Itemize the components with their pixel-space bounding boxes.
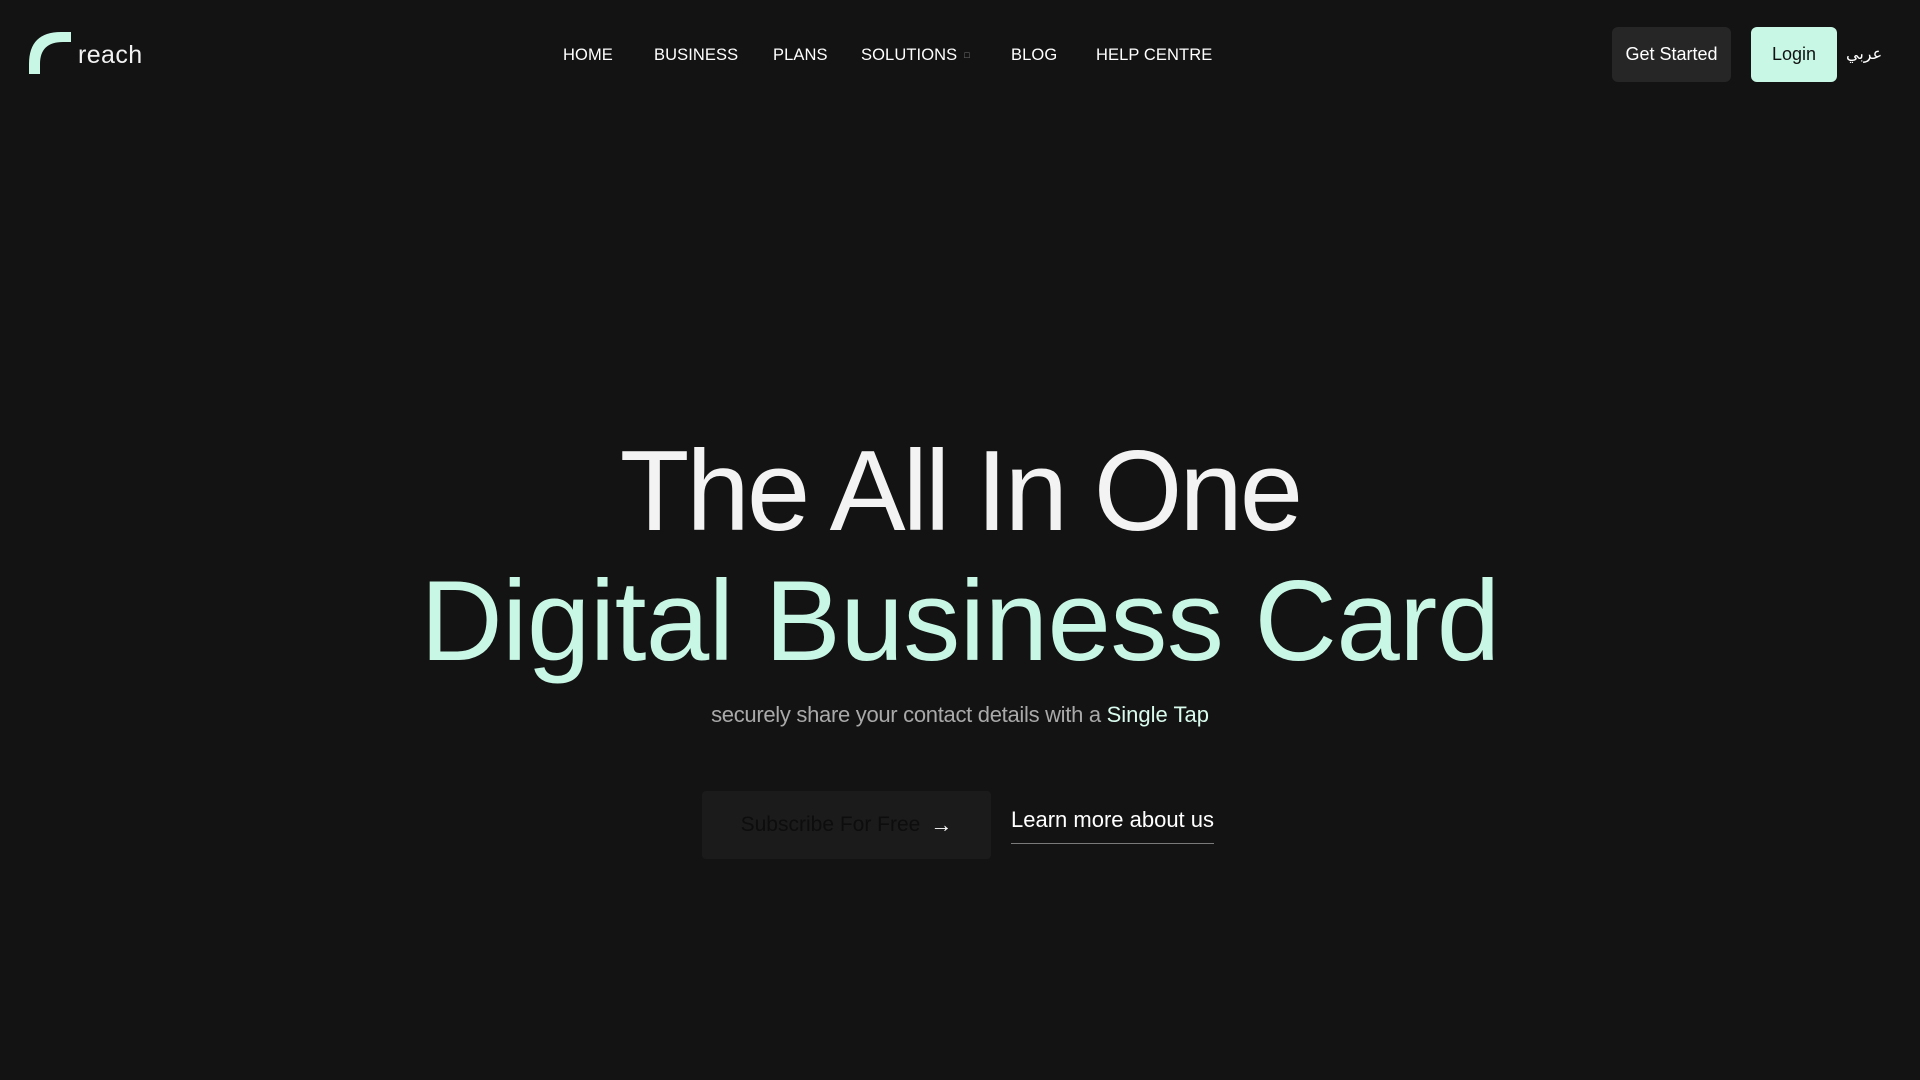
- nav-item-solutions-label: SOLUTIONS: [861, 46, 958, 64]
- arrow-right-icon: →: [930, 812, 953, 837]
- nav-item-home[interactable]: HOME: [563, 43, 613, 67]
- nav-item-blog[interactable]: BLOG: [1011, 43, 1057, 67]
- page: reach HOME BUSINESS PLANS SOLUTIONS □ BLO…: [0, 0, 1920, 1080]
- subscribe-button-label: Subscribe For Free: [740, 813, 921, 836]
- language-switch-link[interactable]: عربي: [1846, 42, 1882, 66]
- get-started-button[interactable]: Get Started: [1612, 27, 1731, 82]
- subscribe-button[interactable]: Subscribe For Free →: [702, 791, 991, 859]
- hero-title-line-1: The All In One: [619, 428, 1303, 555]
- hero-section: The All In One Digital Business Card sec…: [0, 430, 1920, 728]
- hero-subtitle-text: securely share your contact details with…: [711, 702, 1101, 727]
- learn-more-link[interactable]: Learn more about us: [1011, 807, 1215, 844]
- nav-item-business[interactable]: BUSINESS: [654, 43, 738, 67]
- hero-actions: Subscribe For Free → Learn more about us: [0, 791, 1920, 859]
- nav-item-help-centre[interactable]: HELP CENTRE: [1096, 43, 1212, 67]
- hero-title-line-2: Digital Business Card: [420, 558, 1500, 685]
- hero-subtitle: securely share your contact details with…: [0, 702, 1920, 728]
- nav-item-plans[interactable]: PLANS: [773, 43, 828, 67]
- nav-item-solutions[interactable]: SOLUTIONS □: [861, 43, 970, 67]
- chevron-down-icon: □: [964, 50, 970, 60]
- hero-subtitle-highlight: Single Tap: [1106, 702, 1209, 727]
- login-button[interactable]: Login: [1751, 27, 1837, 82]
- site-header: reach HOME BUSINESS PLANS SOLUTIONS □ BLO…: [0, 0, 1920, 108]
